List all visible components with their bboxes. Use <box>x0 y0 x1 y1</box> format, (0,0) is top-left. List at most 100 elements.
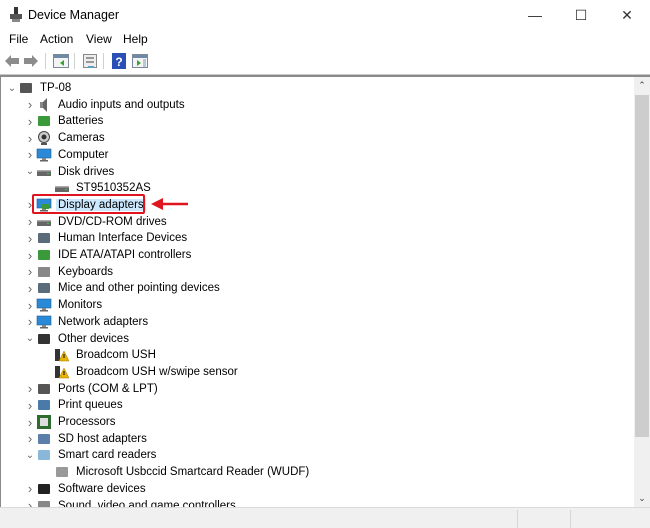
tree-item[interactable]: › Ports (COM & LPT) <box>24 381 160 397</box>
tree-item-label: Network adapters <box>58 315 149 328</box>
back-arrow-icon <box>5 55 19 67</box>
disk-drive-icon <box>36 164 52 180</box>
hid-icon <box>36 230 52 246</box>
menu-view[interactable]: View <box>86 32 112 46</box>
chevron-right-icon[interactable]: › <box>24 414 36 430</box>
optical-drive-icon <box>36 214 52 230</box>
device-manager-icon <box>10 7 22 22</box>
tree-item[interactable]: › Mice and other pointing devices <box>24 280 222 296</box>
chevron-down-icon[interactable]: ⌄ <box>24 447 36 463</box>
help-button[interactable]: ? <box>110 52 128 70</box>
chevron-right-icon[interactable]: › <box>24 214 36 230</box>
tree-item-label: Audio inputs and outputs <box>58 98 185 111</box>
printer-icon <box>36 397 52 413</box>
chevron-down-icon[interactable]: ⌄ <box>24 164 36 180</box>
device-tree[interactable]: ⌄ TP-08 › Audio inputs and outputs › Batterie… <box>0 75 650 507</box>
sound-icon <box>36 498 52 507</box>
scroll-up-button[interactable]: ⌃ <box>634 77 650 94</box>
tree-item-label: Software devices <box>58 482 146 495</box>
back-button[interactable] <box>3 52 21 70</box>
chevron-right-icon[interactable]: › <box>24 147 36 163</box>
tree-item[interactable]: › Monitors <box>24 297 104 313</box>
chevron-right-icon[interactable]: › <box>24 130 36 146</box>
tree-item[interactable]: › Audio inputs and outputs <box>24 97 187 113</box>
chevron-right-icon[interactable]: › <box>24 481 36 497</box>
chevron-right-icon[interactable]: › <box>24 97 36 113</box>
properties-icon <box>83 54 97 68</box>
forward-arrow-icon <box>24 55 38 67</box>
scroll-thumb[interactable] <box>635 95 649 437</box>
chevron-right-icon[interactable]: › <box>24 280 36 296</box>
chevron-right-icon[interactable]: › <box>24 297 36 313</box>
tree-item[interactable]: ⌄ Disk drives <box>24 164 116 180</box>
chevron-right-icon[interactable]: › <box>24 397 36 413</box>
warning-device-icon <box>54 347 70 363</box>
tree-item-label: Ports (COM & LPT) <box>58 382 158 395</box>
keyboard-icon <box>36 264 52 280</box>
tree-item[interactable]: › DVD/CD-ROM drives <box>24 214 169 230</box>
menu-file[interactable]: File <box>9 32 28 46</box>
scroll-down-button[interactable]: ⌄ <box>634 490 650 507</box>
chevron-right-icon[interactable]: › <box>24 381 36 397</box>
chevron-right-icon[interactable]: › <box>24 247 36 263</box>
minimize-icon: — <box>528 7 542 23</box>
forward-button[interactable] <box>22 52 40 70</box>
tree-item[interactable]: › Print queues <box>24 397 125 413</box>
menu-help[interactable]: Help <box>123 32 148 46</box>
chevron-down-icon[interactable]: ⌄ <box>6 80 18 96</box>
chevron-right-icon[interactable]: › <box>24 314 36 330</box>
mouse-icon <box>36 280 52 296</box>
maximize-button[interactable]: ☐ <box>558 0 604 30</box>
tree-item-label: Microsoft Usbccid Smartcard Reader (WUDF… <box>76 466 310 479</box>
properties-button[interactable] <box>81 52 99 70</box>
tree-item-label: TP-08 <box>40 82 72 94</box>
tree-item-label: Sound, video and game controllers <box>58 499 236 508</box>
webcam-icon <box>36 130 52 146</box>
smart-card-icon <box>54 464 70 480</box>
close-icon: ✕ <box>621 6 633 23</box>
vertical-scrollbar[interactable]: ⌃ ⌄ <box>634 77 650 507</box>
tree-item[interactable]: › Cameras <box>24 130 107 146</box>
show-hide-console-tree-button[interactable] <box>52 52 70 70</box>
svg-text:?: ? <box>115 55 122 69</box>
status-bar <box>0 507 650 528</box>
minimize-button[interactable]: — <box>512 0 558 30</box>
menu-action[interactable]: Action <box>40 32 73 46</box>
speaker-icon <box>36 97 52 113</box>
tree-item[interactable]: › Batteries <box>24 113 105 129</box>
tree-item-label: Broadcom USH w/swipe sensor <box>76 365 238 378</box>
toolbar-separator <box>103 53 104 69</box>
tree-item[interactable]: › IDE ATA/ATAPI controllers <box>24 247 193 263</box>
chevron-right-icon[interactable]: › <box>24 498 36 507</box>
tree-item[interactable]: Broadcom USH w/swipe sensor <box>42 364 240 380</box>
tree-item[interactable]: › Software devices <box>24 481 148 497</box>
tree-item[interactable]: › Computer <box>24 147 111 163</box>
tree-item[interactable]: Broadcom USH <box>42 347 158 363</box>
toolbar-separator <box>45 53 46 69</box>
close-button[interactable]: ✕ <box>604 0 650 30</box>
title-bar: Device Manager — ☐ ✕ <box>0 0 650 30</box>
status-bar-divider <box>517 510 518 528</box>
tree-item-label: Keyboards <box>58 265 113 278</box>
chevron-right-icon[interactable]: › <box>24 264 36 280</box>
tree-item[interactable]: ⌄ Smart card readers <box>24 447 158 463</box>
tree-item[interactable]: › Sound, video and game controllers <box>24 498 238 508</box>
chevron-right-icon[interactable]: › <box>24 230 36 246</box>
tree-item-label: Broadcom USH <box>76 349 156 362</box>
show-action-pane-button[interactable] <box>131 52 149 70</box>
tree-root[interactable]: ⌄ TP-08 <box>6 80 73 96</box>
tree-item[interactable]: › Keyboards <box>24 264 115 280</box>
tree-item[interactable]: › SD host adapters <box>24 431 149 447</box>
tree-item-label: Print queues <box>58 399 123 412</box>
tree-item[interactable]: › Network adapters <box>24 314 150 330</box>
chevron-down-icon[interactable]: ⌄ <box>24 331 36 347</box>
tree-item[interactable]: › Processors <box>24 414 118 430</box>
tree-item[interactable]: Microsoft Usbccid Smartcard Reader (WUDF… <box>42 464 311 480</box>
chevron-right-icon[interactable]: › <box>24 431 36 447</box>
port-icon <box>36 381 52 397</box>
tree-item[interactable]: ⌄ Other devices <box>24 331 131 347</box>
tree-item-label: SD host adapters <box>58 432 147 445</box>
tree-item[interactable]: › Human Interface Devices <box>24 230 189 246</box>
chevron-right-icon[interactable]: › <box>24 113 36 129</box>
